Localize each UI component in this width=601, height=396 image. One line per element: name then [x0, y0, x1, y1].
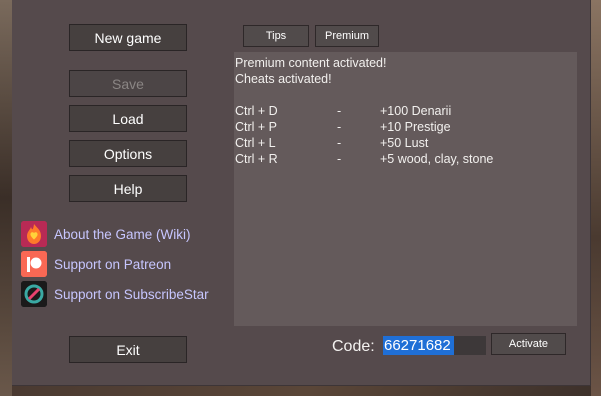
- shortcut-row: Ctrl + P - +10 Prestige: [235, 119, 575, 135]
- shortcut-row: Ctrl + L - +50 Lust: [235, 135, 575, 151]
- new-game-button[interactable]: New game: [69, 24, 187, 51]
- shortcut-separator: -: [337, 136, 342, 150]
- shortcut-keys: Ctrl + L: [235, 136, 276, 150]
- shortcut-effect: +5 wood, clay, stone: [380, 152, 494, 166]
- patreon-icon: [21, 251, 47, 277]
- shortcut-row: Ctrl + D - +100 Denarii: [235, 103, 575, 119]
- shortcut-effect: +100 Denarii: [380, 104, 452, 118]
- patreon-link[interactable]: Support on Patreon: [21, 251, 171, 277]
- save-button: Save: [69, 70, 187, 97]
- background-left: [0, 0, 12, 396]
- subscribestar-link-label: Support on SubscribeStar: [54, 286, 209, 302]
- info-line-premium: Premium content activated!: [235, 56, 387, 70]
- wiki-link[interactable]: About the Game (Wiki): [21, 221, 191, 247]
- fire-heart-icon: [21, 221, 47, 247]
- help-button[interactable]: Help: [69, 175, 187, 202]
- shortcut-keys: Ctrl + P: [235, 120, 278, 134]
- shortcut-row: Ctrl + R - +5 wood, clay, stone: [235, 151, 575, 167]
- tips-button[interactable]: Tips: [243, 25, 309, 47]
- code-input[interactable]: 66271682: [383, 336, 486, 355]
- options-button[interactable]: Options: [69, 140, 187, 167]
- code-input-value: 66271682: [383, 336, 454, 355]
- wiki-link-label: About the Game (Wiki): [54, 226, 191, 242]
- shortcut-effect: +50 Lust: [380, 136, 429, 150]
- info-text-box: Premium content activated! Cheats activa…: [234, 52, 577, 326]
- shortcut-keys: Ctrl + R: [235, 152, 278, 166]
- exit-button[interactable]: Exit: [69, 336, 187, 363]
- premium-button[interactable]: Premium: [315, 25, 379, 47]
- shortcut-separator: -: [337, 152, 342, 166]
- subscribestar-icon: [21, 281, 47, 307]
- activate-button[interactable]: Activate: [491, 333, 566, 355]
- info-line-cheats: Cheats activated!: [235, 72, 332, 86]
- background-right: [591, 0, 601, 396]
- load-button[interactable]: Load: [69, 105, 187, 132]
- shortcut-separator: -: [337, 120, 342, 134]
- shortcut-keys: Ctrl + D: [235, 104, 278, 118]
- shortcut-effect: +10 Prestige: [380, 120, 451, 134]
- subscribestar-link[interactable]: Support on SubscribeStar: [21, 281, 209, 307]
- patreon-link-label: Support on Patreon: [54, 256, 172, 272]
- code-label: Code:: [332, 338, 375, 355]
- shortcut-separator: -: [337, 104, 342, 118]
